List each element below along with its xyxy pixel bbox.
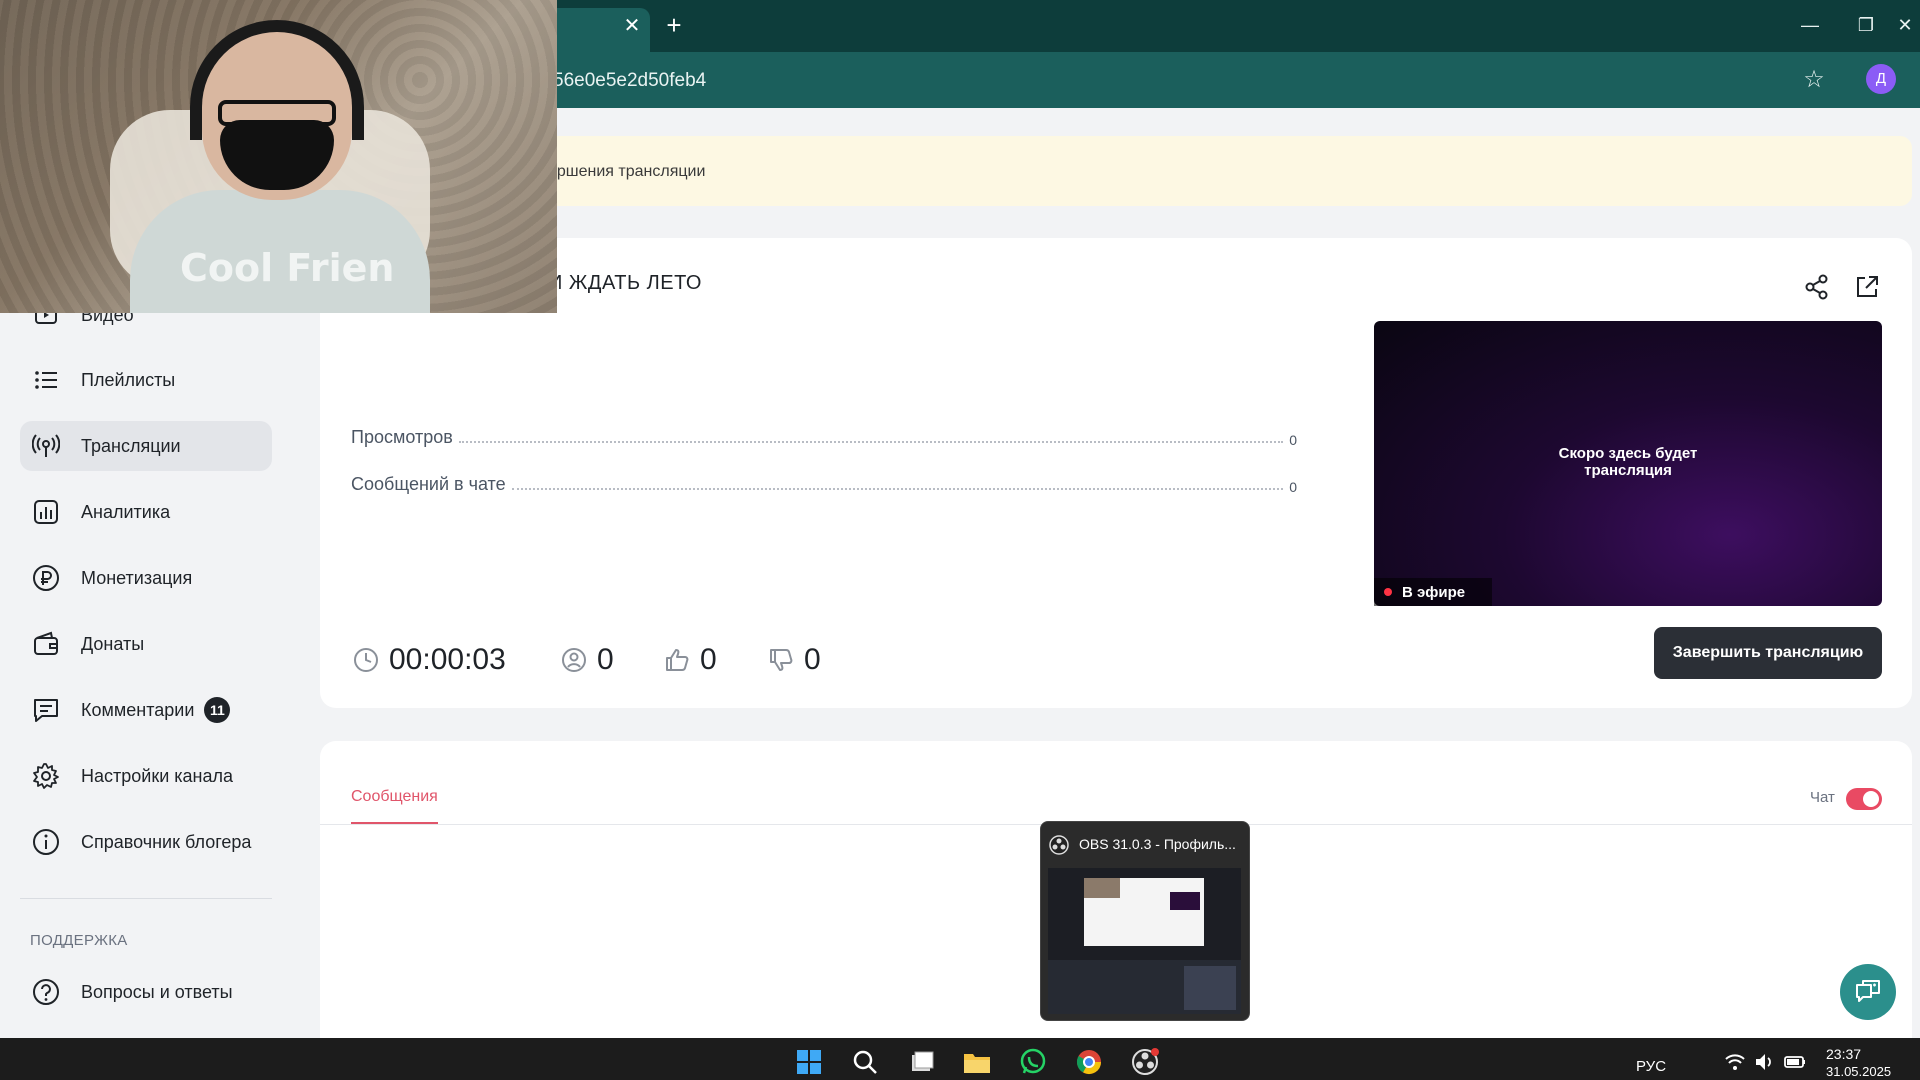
obs-window-thumbnail	[1048, 868, 1241, 1014]
battery-icon[interactable]	[1780, 1047, 1810, 1077]
sidebar-item-channel-settings[interactable]: Настройки канала	[20, 751, 272, 801]
open-external-icon[interactable]	[1850, 270, 1884, 304]
broadcast-icon	[30, 430, 62, 462]
viewers-value: 0	[597, 643, 614, 676]
minimize-button[interactable]: —	[1790, 10, 1830, 40]
clock-date[interactable]: 31.05.2025	[1826, 1064, 1891, 1079]
tab-close-button[interactable]: ✕	[618, 12, 646, 40]
live-label: В эфире	[1402, 583, 1466, 601]
chat-bubble-icon	[1856, 980, 1880, 1002]
sidebar-item-label: Справочник блогера	[81, 831, 252, 852]
dislikes-metric: 0	[766, 640, 821, 680]
support-chat-button[interactable]	[1840, 964, 1896, 1020]
sidebar-item-monetization[interactable]: Монетизация	[20, 553, 272, 603]
webcam-overlay: Cool Frien	[0, 0, 557, 313]
likes-value: 0	[700, 643, 717, 676]
sidebar-item-label: Трансляции	[81, 435, 181, 456]
viewers-metric: 0	[559, 640, 614, 680]
live-badge: В эфире	[1374, 578, 1492, 606]
banner-text: ершения трансляции	[548, 163, 706, 180]
clock-icon	[351, 645, 381, 675]
sidebar-item-label: Аналитика	[81, 501, 171, 522]
profile-avatar[interactable]: Д	[1866, 64, 1896, 94]
stream-preview-player[interactable]: Скоро здесь будет трансляция	[1374, 321, 1882, 606]
windows-taskbar	[0, 1038, 1920, 1080]
clock-time[interactable]: 23:37	[1826, 1046, 1861, 1062]
url-text[interactable]: 56e0e5e2d50feb4	[553, 70, 706, 92]
comments-icon	[30, 694, 62, 726]
question-icon	[30, 976, 62, 1008]
thumb-player	[1170, 892, 1200, 910]
search-icon[interactable]	[850, 1047, 880, 1077]
stream-title: И ЖДАТЬ ЛЕТО	[548, 272, 702, 294]
sidebar-item-label: Комментарии	[81, 699, 195, 720]
likes-metric: 0	[662, 640, 717, 680]
sidebar-item-label: Монетизация	[81, 567, 193, 588]
wifi-icon[interactable]	[1720, 1047, 1750, 1077]
thumbs-up-icon	[662, 645, 692, 675]
thumb-obs-controls	[1184, 966, 1236, 1010]
toggle-knob	[1863, 791, 1879, 807]
sidebar-item-label: Плейлисты	[81, 369, 176, 390]
live-dot-icon	[1384, 588, 1392, 596]
player-placeholder-text: Скоро здесь будет трансляция	[1374, 445, 1882, 479]
file-explorer-icon[interactable]	[962, 1047, 992, 1077]
viewer-icon	[559, 645, 589, 675]
obs-window-title: OBS 31.0.3 - Профиль...	[1079, 836, 1236, 852]
stat-leader-dots	[458, 441, 1284, 443]
bookmark-star-icon[interactable]: ☆	[1800, 66, 1828, 94]
dislikes-value: 0	[804, 643, 821, 676]
tab-messages[interactable]: Сообщения	[351, 788, 438, 806]
stat-label: Сообщений в чате	[351, 474, 506, 494]
duration-metric: 00:00:03	[351, 640, 506, 680]
support-section-label: ПОДДЕРЖКА	[30, 932, 128, 949]
task-view-icon[interactable]	[907, 1047, 937, 1077]
input-language[interactable]: РУС	[1636, 1058, 1666, 1075]
windows-start-icon[interactable]	[794, 1047, 824, 1077]
views-stat-row: Просмотров 0	[351, 424, 1297, 448]
list-icon	[30, 364, 62, 396]
sidebar-item-analytics[interactable]: Аналитика	[20, 487, 272, 537]
sidebar-item-label: Вопросы и ответы	[81, 981, 233, 1002]
stat-value: 0	[1289, 479, 1297, 495]
sidebar-item-blogger-guide[interactable]: Справочник блогера	[20, 817, 272, 867]
player-text-line2: трансляция	[1584, 462, 1672, 479]
sidebar-item-comments[interactable]: Комментарии 11	[20, 685, 272, 735]
stat-label: Просмотров	[351, 427, 453, 447]
analytics-icon	[30, 496, 62, 528]
chat-messages-stat-row: Сообщений в чате 0	[351, 471, 1297, 495]
duration-value: 00:00:03	[389, 643, 506, 676]
player-text-line1: Скоро здесь будет	[1558, 445, 1698, 462]
close-window-button[interactable]: ✕	[1890, 10, 1920, 40]
stat-value: 0	[1289, 432, 1297, 448]
sidebar-item-playlists[interactable]: Плейлисты	[20, 355, 272, 405]
gear-icon	[30, 760, 62, 792]
sidebar-item-donations[interactable]: Донаты	[20, 619, 272, 669]
restore-button[interactable]: ❐	[1846, 10, 1886, 40]
share-icon[interactable]	[1800, 270, 1834, 304]
sidebar-item-label: Настройки канала	[81, 765, 234, 786]
wallet-icon	[30, 628, 62, 660]
end-stream-button[interactable]: Завершить трансляцию	[1654, 627, 1882, 679]
sidebar-item-broadcasts[interactable]: Трансляции	[20, 421, 272, 471]
webcam-hoodie-text: Cool Frien	[180, 246, 395, 290]
comments-count-badge: 11	[204, 697, 231, 723]
obs-taskbar-icon[interactable]	[1130, 1047, 1160, 1077]
sidebar-item-label: Донаты	[81, 633, 145, 654]
sidebar-divider	[20, 898, 272, 899]
thumb-webcam	[1084, 878, 1120, 898]
chrome-icon[interactable]	[1074, 1047, 1104, 1077]
thumbs-down-icon	[766, 645, 796, 675]
volume-icon[interactable]	[1750, 1047, 1780, 1077]
info-icon	[30, 826, 62, 858]
ruble-icon	[30, 562, 62, 594]
chat-toggle-switch[interactable]	[1846, 788, 1882, 810]
obs-logo-icon	[1049, 835, 1069, 855]
new-tab-button[interactable]: +	[660, 12, 688, 40]
sidebar-item-faq[interactable]: Вопросы и ответы	[20, 967, 272, 1017]
stat-leader-dots	[511, 488, 1284, 490]
chat-toggle-label: Чат	[1810, 789, 1835, 806]
whatsapp-icon[interactable]	[1018, 1047, 1048, 1077]
